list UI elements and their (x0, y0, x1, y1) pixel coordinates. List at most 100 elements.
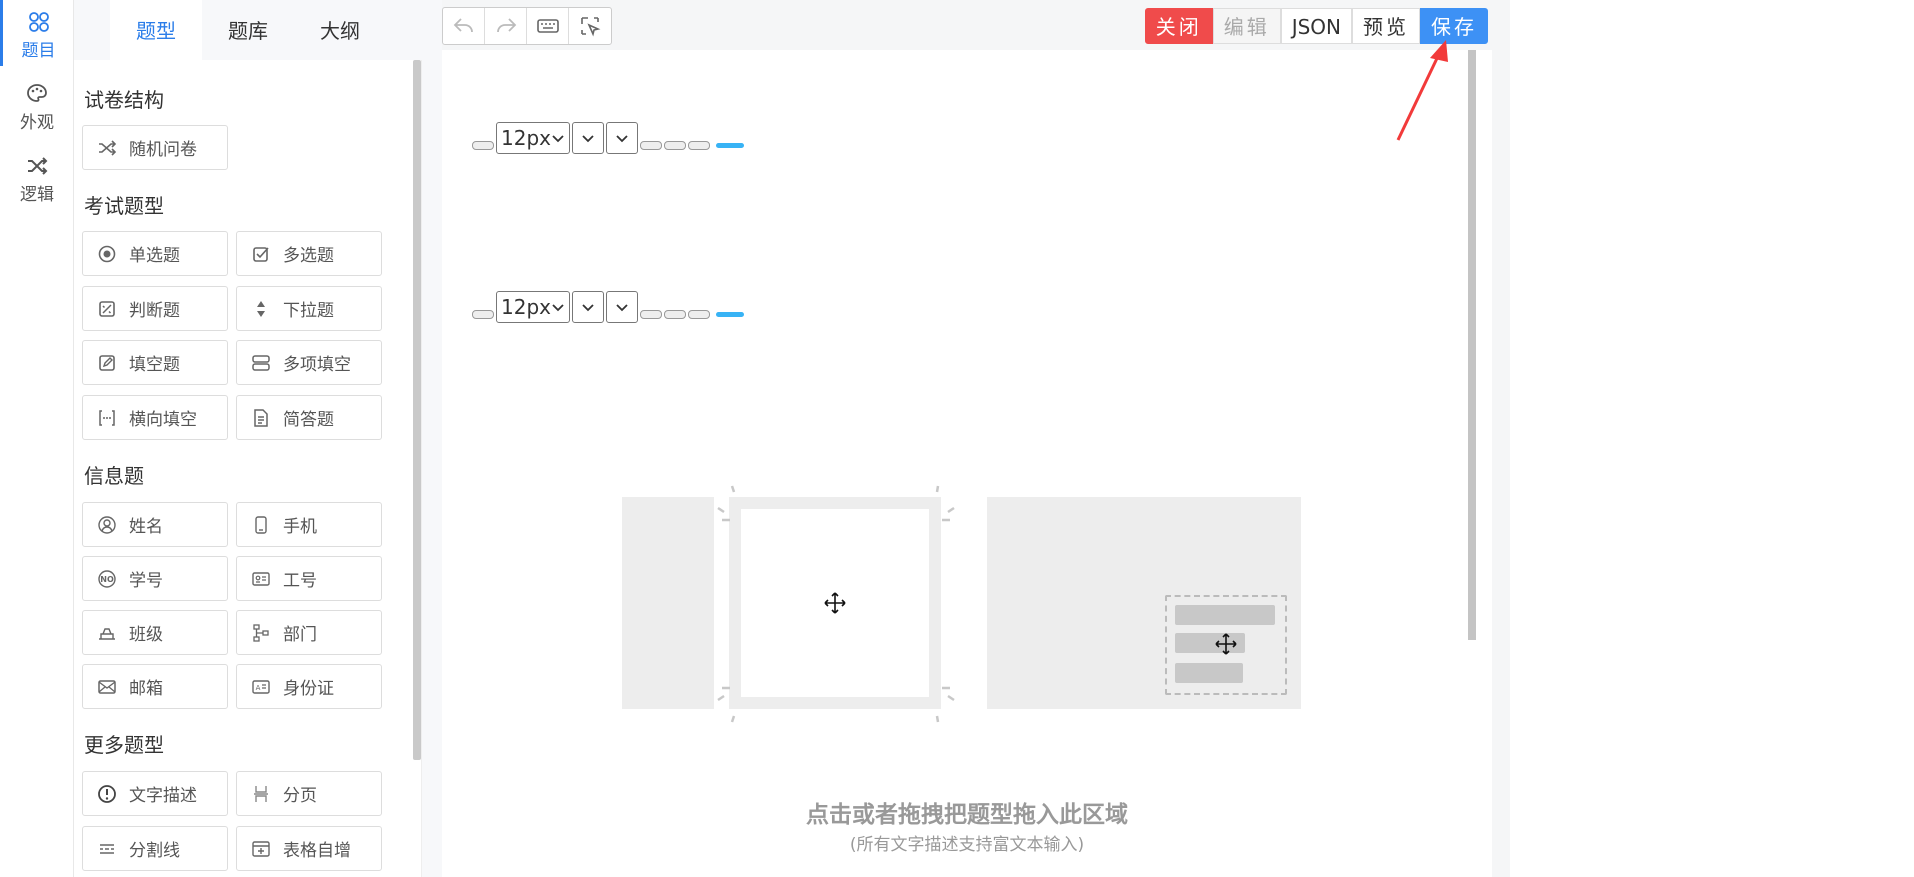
panel-scrollbar[interactable] (413, 60, 421, 760)
tab-question-types[interactable]: 题型 (110, 0, 202, 60)
question-type-divider[interactable]: 分割线 (82, 826, 228, 871)
question-type-multi-fill[interactable]: 多项填空 (236, 340, 382, 385)
close-button[interactable]: 关闭 (1144, 8, 1213, 44)
nav-item-logic[interactable]: 逻辑 (0, 144, 74, 210)
rt-button[interactable] (663, 140, 686, 150)
keyboard-button[interactable] (527, 8, 569, 44)
empty-state-title: 点击或者拖拽把题型拖入此区域 (806, 802, 1128, 828)
nav-item-questions[interactable]: 题目 (0, 0, 74, 66)
chevron-down-icon (616, 304, 628, 312)
checkbox-icon (253, 246, 269, 262)
judge-icon (99, 300, 115, 317)
nav-label: 题目 (21, 41, 56, 61)
mail-icon (98, 679, 116, 694)
nav-label: 逻辑 (20, 185, 54, 205)
question-type-panel: 题型 题库 大纲 试卷结构 随机问卷 考试题型 单选题 多选题 判断题 下拉题 … (74, 0, 422, 877)
tab-question-bank[interactable]: 题库 (202, 0, 294, 60)
question-type-single-choice[interactable]: 单选题 (82, 231, 228, 276)
class-icon (99, 627, 115, 640)
question-type-random-paper[interactable]: 随机问卷 (82, 125, 228, 170)
org-chart-icon (253, 623, 269, 642)
color-indicator[interactable] (715, 142, 744, 148)
question-type-horizontal-fill[interactable]: 横向填空 (82, 395, 228, 440)
section-title-exam: 考试题型 (84, 194, 164, 218)
rich-text-toolbar: 12px (472, 122, 744, 154)
document-icon (254, 408, 268, 427)
font-size-select[interactable]: 12px (496, 291, 570, 323)
question-type-true-false[interactable]: 判断题 (82, 286, 228, 331)
format-select[interactable] (605, 122, 638, 154)
editor-main: 关闭 编辑 JSON 预览 保存 12px 12px 点击或者拖拽把题型拖入此区… (442, 0, 1510, 877)
rt-button[interactable] (687, 140, 710, 150)
svg-text:A: A (256, 684, 261, 692)
question-type-page-break[interactable]: 分页 (236, 771, 382, 816)
editor-canvas[interactable]: 12px 12px 点击或者拖拽把题型拖入此区域 (所有文字描述支持富文本输入) (442, 50, 1492, 877)
chevron-down-icon (552, 135, 564, 143)
question-type-text-description[interactable]: 文字描述 (82, 771, 228, 816)
question-type-email[interactable]: 邮箱 (82, 664, 228, 709)
rt-button[interactable] (663, 309, 686, 319)
edit-icon (99, 354, 115, 371)
json-button[interactable]: JSON (1280, 8, 1352, 44)
keyboard-icon (536, 19, 559, 33)
panel-tabs: 题型 题库 大纲 (74, 0, 422, 60)
nav-item-appearance[interactable]: 外观 (0, 72, 74, 138)
rt-button[interactable] (639, 140, 662, 150)
circles-icon (28, 12, 49, 32)
tab-outline[interactable]: 大纲 (294, 0, 386, 60)
left-nav: 题目 外观 逻辑 (0, 0, 74, 877)
question-type-short-answer[interactable]: 简答题 (236, 395, 382, 440)
question-type-table-auto[interactable]: 表格自增 (236, 826, 382, 871)
question-type-id-card[interactable]: A 身份证 (236, 664, 382, 709)
number-badge-icon: NO (98, 569, 116, 588)
canvas-side-strip (1492, 50, 1510, 877)
shuffle-icon (28, 157, 48, 175)
id-card-icon (252, 571, 270, 586)
undo-button[interactable] (443, 8, 485, 44)
rt-button[interactable] (472, 309, 494, 319)
palette-icon (27, 84, 47, 102)
question-type-phone[interactable]: 手机 (236, 502, 382, 547)
move-icon (1215, 633, 1237, 655)
phone-icon (255, 515, 267, 534)
page-break-icon (254, 785, 268, 802)
question-type-name[interactable]: 姓名 (82, 502, 228, 547)
color-indicator[interactable] (715, 311, 744, 317)
illustration-panel (622, 497, 714, 709)
select-icon (581, 17, 601, 37)
format-select[interactable] (571, 291, 604, 323)
illustration-drop-target (1165, 595, 1287, 695)
rt-button[interactable] (472, 140, 494, 150)
svg-text:NO: NO (100, 575, 114, 584)
rt-button[interactable] (639, 309, 662, 319)
font-size-select[interactable]: 12px (496, 122, 570, 154)
section-title-info: 信息题 (84, 464, 144, 488)
question-type-department[interactable]: 部门 (236, 610, 382, 655)
question-type-fill-blank[interactable]: 填空题 (82, 340, 228, 385)
format-select[interactable] (605, 291, 638, 323)
question-type-student-id[interactable]: NO 学号 (82, 556, 228, 601)
edit-button[interactable]: 编辑 (1212, 8, 1281, 44)
divider-icon (100, 843, 114, 854)
question-type-employee-id[interactable]: 工号 (236, 556, 382, 601)
section-title-structure: 试卷结构 (84, 88, 164, 112)
select-button[interactable] (569, 8, 611, 44)
rt-button[interactable] (687, 309, 710, 319)
sparkle-decoration (717, 485, 955, 723)
question-type-class[interactable]: 班级 (82, 610, 228, 655)
exclamation-icon (98, 784, 116, 803)
shuffle-icon (99, 139, 117, 156)
question-type-multi-choice[interactable]: 多选题 (236, 231, 382, 276)
chevron-down-icon (582, 135, 594, 143)
redo-icon (496, 18, 516, 33)
sort-arrows-icon (257, 300, 265, 317)
radio-icon (98, 245, 116, 262)
undo-icon (453, 18, 473, 33)
redo-button[interactable] (485, 8, 527, 44)
question-type-dropdown[interactable]: 下拉题 (236, 286, 382, 331)
annotation-arrow (1396, 40, 1448, 141)
illustration-form (987, 497, 1301, 709)
format-select[interactable] (571, 122, 604, 154)
canvas-scrollbar[interactable] (1468, 50, 1476, 640)
multi-fill-icon (252, 354, 270, 371)
